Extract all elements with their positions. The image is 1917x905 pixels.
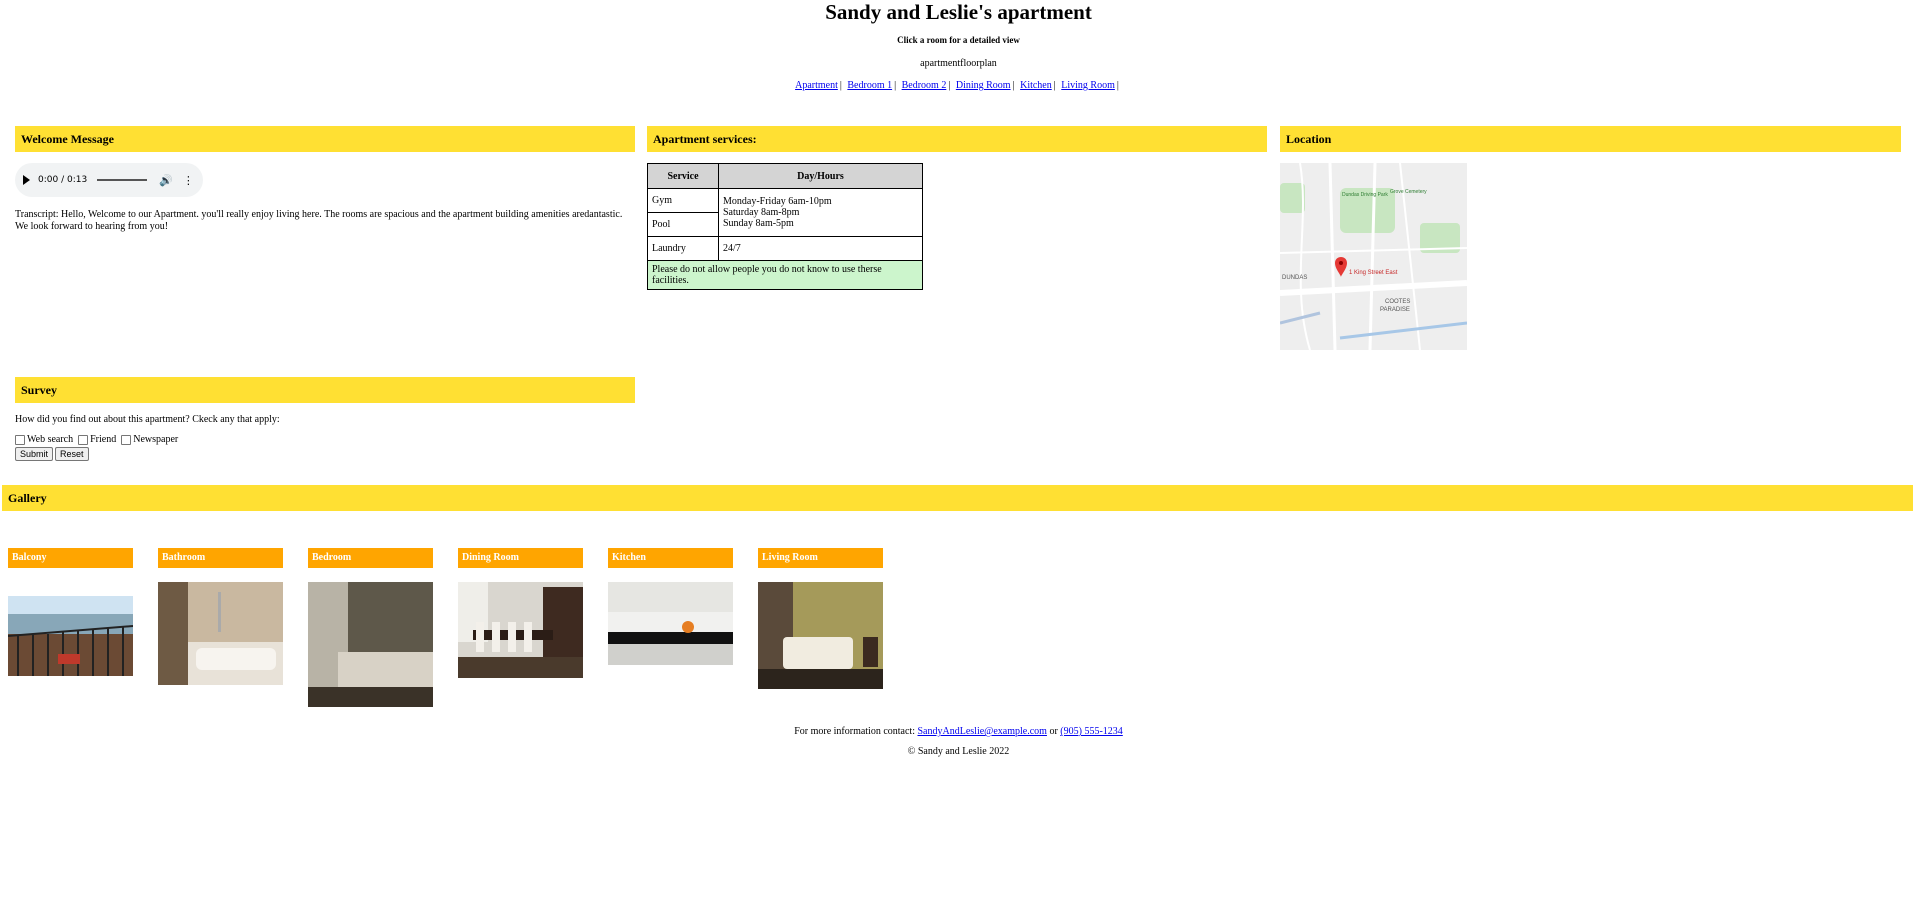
nav-separator: | (1116, 80, 1119, 91)
gallery-label-living-room: Living Room (758, 548, 883, 568)
option-label: Newspaper (133, 434, 179, 445)
map-pin-label: 1 King Street East (1349, 270, 1398, 276)
gallery-label-bedroom: Bedroom (308, 548, 433, 568)
hours-line: Monday-Friday 6am-10pm (723, 196, 832, 207)
service-hours-laundry: 24/7 (718, 236, 923, 261)
gallery-label-bathroom: Bathroom (158, 548, 283, 568)
gallery-label-dining-room: Dining Room (458, 548, 583, 568)
gallery-photo-balcony[interactable] (8, 596, 133, 676)
table-row: Please do not allow people you do not kn… (647, 260, 923, 290)
balcony-image (8, 596, 133, 676)
table-row: Gym Monday-Friday 6am-10pm Saturday 8am-… (647, 188, 923, 237)
nav-link-living-room[interactable]: Living Room (1061, 80, 1115, 91)
services-table: Service Day/Hours Gym Monday-Friday 6am-… (647, 163, 923, 290)
nav-link-kitchen[interactable]: Kitchen (1020, 80, 1052, 91)
checkbox-friend[interactable] (78, 434, 89, 445)
gallery-photo-bathroom[interactable] (158, 582, 283, 685)
nav-separator: | (1012, 80, 1015, 91)
gallery-photo-living-room[interactable] (758, 582, 883, 689)
option-label: Friend (90, 434, 117, 445)
survey-question: How did you find out about this apartmen… (15, 414, 280, 425)
hours-line: Saturday 8am-8pm (723, 207, 800, 218)
nav-separator: | (894, 80, 897, 91)
table-header-row: Service Day/Hours (647, 163, 923, 189)
service-pool: Pool (647, 212, 719, 237)
survey-buttons: Submit Reset (15, 447, 89, 461)
floorplan-alt-text: apartmentfloorplan (920, 58, 997, 69)
contact-prefix: For more information contact: (794, 726, 915, 737)
floorplan-image[interactable]: apartmentfloorplan (0, 58, 1917, 69)
contact-or: or (1049, 726, 1058, 737)
service-gym: Gym (647, 188, 719, 213)
page-title: Sandy and Leslie's apartment (825, 0, 1092, 24)
gallery-photo-dining-room[interactable] (458, 582, 583, 678)
audio-progress-bar[interactable] (97, 179, 148, 181)
option-friend[interactable]: Friend (78, 434, 116, 445)
gallery-label-kitchen: Kitchen (608, 548, 733, 568)
nav-separator: | (839, 80, 842, 91)
bathroom-image (158, 582, 283, 685)
map-area-label: DUNDAS (1282, 275, 1307, 281)
more-options-icon[interactable]: ⋮ (183, 174, 194, 187)
nav-link-bedroom-2[interactable]: Bedroom 2 (902, 80, 947, 91)
location-map[interactable]: 1 King Street East DUNDAS COOTES PARADIS… (1280, 163, 1467, 350)
nav-link-bedroom-1[interactable]: Bedroom 1 (847, 80, 892, 91)
table-row: Laundry 24/7 (647, 236, 923, 261)
checkbox-newspaper[interactable] (121, 434, 132, 445)
map-image: 1 King Street East DUNDAS COOTES PARADIS… (1280, 163, 1467, 350)
table-note: Please do not allow people you do not kn… (647, 260, 923, 290)
checkbox-web-search[interactable] (15, 434, 25, 445)
bedroom-image (308, 582, 433, 707)
survey-options: Web search Friend Newspaper (15, 434, 183, 445)
map-area-label: PARADISE (1380, 307, 1410, 313)
gallery-heading: Gallery (2, 485, 1913, 511)
email-link[interactable]: SandyAndLeslie@example.com (918, 726, 1047, 737)
room-nav: Apartment | Bedroom 1 | Bedroom 2 | Dining … (0, 80, 1917, 91)
hours-line: Sunday 8am-5pm (723, 218, 794, 229)
audio-player[interactable]: 0:00 / 0:13 🔊 ⋮ (15, 163, 203, 197)
column-header-service: Service (647, 163, 719, 189)
gallery-photo-kitchen[interactable] (608, 582, 733, 665)
option-web-search[interactable]: Web search (15, 434, 73, 445)
map-park-label: Dundas Driving Park (1342, 192, 1388, 198)
service-hours-gym-pool: Monday-Friday 6am-10pm Saturday 8am-8pm … (718, 188, 923, 237)
survey-heading: Survey (15, 377, 635, 403)
dining-room-image (458, 582, 583, 678)
service-laundry: Laundry (647, 236, 719, 261)
option-label: Web search (27, 434, 74, 445)
map-area-label: COOTES (1385, 299, 1410, 305)
submit-button[interactable]: Submit (15, 447, 54, 461)
reset-button[interactable]: Reset (55, 447, 89, 461)
nav-separator: | (948, 80, 951, 91)
option-newspaper[interactable]: Newspaper (121, 434, 178, 445)
page-subtitle: Click a room for a detailed view (897, 35, 1020, 45)
play-icon[interactable] (23, 175, 30, 185)
footer-contact: For more information contact: SandyAndLe… (0, 726, 1917, 737)
volume-icon[interactable]: 🔊 (159, 174, 173, 187)
gallery-label-balcony: Balcony (8, 548, 133, 568)
living-room-image (758, 582, 883, 689)
map-cemetery-label: Grove Cemetery (1390, 189, 1427, 195)
location-heading: Location (1280, 126, 1901, 152)
transcript-text: Transcript: Hello, Welcome to our Apartm… (15, 209, 623, 232)
nav-separator: | (1053, 80, 1056, 91)
kitchen-image (608, 582, 733, 665)
nav-link-apartment[interactable]: Apartment (795, 80, 838, 91)
copyright: © Sandy and Leslie 2022 (907, 746, 1010, 757)
services-heading: Apartment services: (647, 126, 1267, 152)
phone-link[interactable]: (905) 555-1234 (1060, 726, 1123, 737)
column-header-hours: Day/Hours (718, 163, 923, 189)
nav-link-dining-room[interactable]: Dining Room (956, 80, 1011, 91)
audio-time: 0:00 / 0:13 (38, 175, 88, 185)
gallery-photo-bedroom[interactable] (308, 582, 433, 707)
welcome-heading: Welcome Message (15, 126, 635, 152)
